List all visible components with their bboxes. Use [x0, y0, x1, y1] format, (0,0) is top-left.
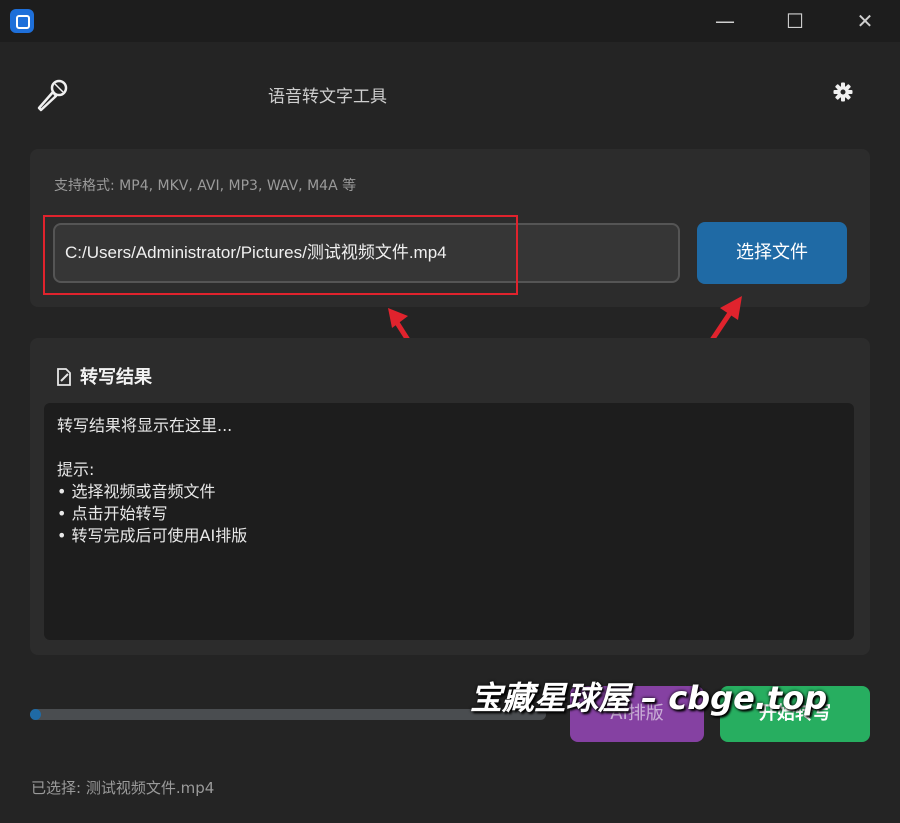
app-icon [10, 9, 34, 33]
maximize-button[interactable]: ☐ [780, 8, 810, 34]
watermark: 宝藏星球屋 – cbge.top [470, 679, 828, 717]
result-title: 转写结果 [80, 367, 152, 388]
progress-bar [30, 709, 546, 720]
supported-formats-label: 支持格式: MP4, MKV, AVI, MP3, WAV, M4A 等 [54, 178, 357, 194]
annotation-highlight-box [43, 215, 518, 295]
app-title: 语音转文字工具 [268, 87, 387, 107]
result-line: 转写结果将显示在这里... [57, 416, 233, 435]
status-text: 已选择: 测试视频文件.mp4 [31, 779, 215, 797]
minimize-button[interactable]: — [710, 8, 740, 34]
result-line [57, 437, 841, 459]
title-bar: — ☐ ✕ [0, 0, 900, 42]
result-line: • 选择视频或音频文件 [57, 482, 216, 501]
edit-document-icon [56, 368, 72, 390]
result-line: • 转写完成后可使用AI排版 [57, 526, 248, 545]
progress-fill [30, 709, 41, 720]
result-line: • 点击开始转写 [57, 504, 168, 523]
result-textarea[interactable]: 转写结果将显示在这里... 提示: • 选择视频或音频文件 • 点击开始转写 •… [44, 403, 854, 640]
close-button[interactable]: ✕ [850, 8, 880, 34]
settings-gear-icon[interactable] [832, 81, 854, 107]
choose-file-button[interactable]: 选择文件 [697, 222, 847, 284]
result-line: 提示: [57, 460, 95, 479]
microphone-icon [34, 78, 70, 118]
